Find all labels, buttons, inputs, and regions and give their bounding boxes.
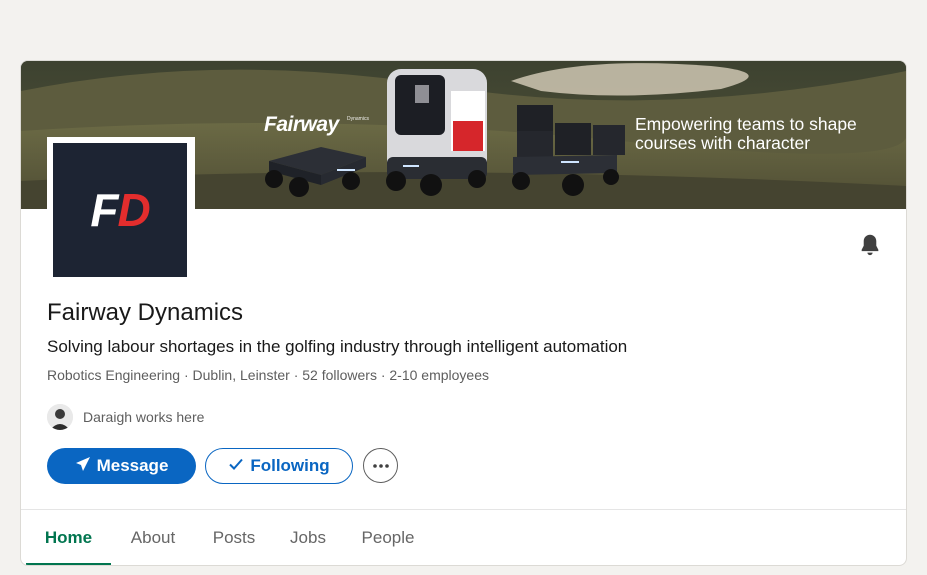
notifications-bell-button[interactable] xyxy=(857,232,883,258)
connection-works-here[interactable]: Daraigh works here xyxy=(47,403,204,431)
tab-home[interactable]: Home xyxy=(26,510,111,565)
banner-headline: Empowering teams to shape courses with c… xyxy=(635,115,857,153)
more-actions-button[interactable] xyxy=(363,448,398,483)
following-button-label: Following xyxy=(250,456,330,475)
banner-brand-text: Fairway xyxy=(264,113,339,136)
person-avatar-icon xyxy=(47,404,73,430)
message-button[interactable]: Message xyxy=(47,448,196,484)
banner-brand-subtext: Dynamics xyxy=(347,116,369,122)
logo-letter-f: F xyxy=(90,184,118,236)
paper-plane-icon xyxy=(75,456,91,477)
bell-icon xyxy=(861,234,879,256)
company-tagline: Solving labour shortages in the golfing … xyxy=(47,337,628,356)
ellipsis-icon xyxy=(372,463,389,468)
tab-jobs[interactable]: Jobs xyxy=(281,510,335,565)
checkmark-icon xyxy=(228,456,244,477)
page-tabs: Home About Posts Jobs People xyxy=(21,510,906,565)
company-name: Fairway Dynamics xyxy=(47,299,244,326)
avatar xyxy=(47,404,73,430)
company-profile-card: Fairway Dynamics Empowering teams to sha… xyxy=(20,60,907,566)
company-logo-mark: FD xyxy=(53,143,187,277)
tab-about[interactable]: About xyxy=(118,510,188,565)
message-button-label: Message xyxy=(96,456,169,475)
banner-headline-line-2: courses with character xyxy=(635,133,811,153)
logo-letter-d: D xyxy=(117,184,150,236)
tab-people[interactable]: People xyxy=(352,510,424,565)
banner-headline-line-1: Empowering teams to shape xyxy=(635,114,857,134)
company-logo[interactable]: FD xyxy=(47,137,195,285)
following-button[interactable]: Following xyxy=(205,448,353,484)
company-meta: Robotics Engineering · Dublin, Leinster … xyxy=(47,367,489,383)
works-here-text: Daraigh works here xyxy=(83,409,205,425)
tab-posts[interactable]: Posts xyxy=(202,510,266,565)
